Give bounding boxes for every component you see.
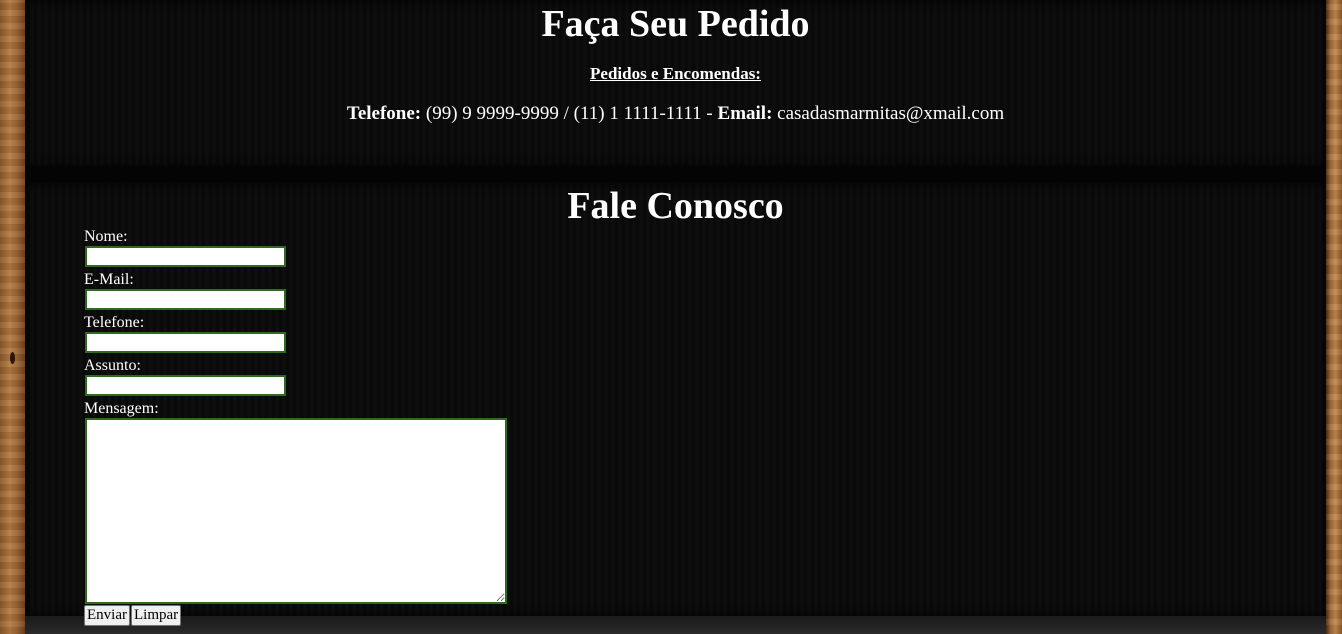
order-subtitle: Pedidos e Encomendas: bbox=[590, 64, 761, 83]
order-title: Faça Seu Pedido bbox=[541, 3, 810, 45]
section-divider bbox=[25, 166, 1326, 183]
phone-label: Telefone: bbox=[346, 103, 422, 124]
form-buttons: Enviar Limpar bbox=[84, 605, 507, 626]
contact-info-line: Telefone: (99) 9 9999-9999 / (11) 1 1111… bbox=[25, 103, 1326, 125]
email-value: casadasmarmitas@xmail.com bbox=[777, 103, 1005, 124]
wood-frame-right bbox=[1326, 0, 1342, 634]
message-textarea[interactable] bbox=[85, 418, 507, 604]
name-label: Nome: bbox=[84, 228, 128, 245]
wood-frame-left bbox=[0, 0, 25, 634]
subject-input[interactable] bbox=[85, 375, 286, 396]
contact-title: Fale Conosco bbox=[567, 185, 784, 227]
email-label: Email: bbox=[717, 103, 773, 124]
reset-button[interactable]: Limpar bbox=[130, 605, 182, 626]
subject-label: Assunto: bbox=[84, 357, 141, 374]
phone-label-field: Telefone: bbox=[84, 314, 145, 331]
phone-value: (99) 9 9999-9999 / (11) 1 1111-1111 - bbox=[425, 103, 713, 124]
message-label: Mensagem: bbox=[84, 400, 159, 417]
email-label-field: E-Mail: bbox=[84, 271, 134, 288]
phone-input[interactable] bbox=[85, 332, 286, 353]
wood-knot bbox=[10, 352, 15, 364]
contact-form: Nome: E-Mail: Telefone: Assunto: Mensage… bbox=[84, 229, 507, 626]
email-input[interactable] bbox=[85, 289, 286, 310]
submit-button[interactable]: Enviar bbox=[84, 605, 130, 626]
name-input[interactable] bbox=[85, 246, 286, 267]
